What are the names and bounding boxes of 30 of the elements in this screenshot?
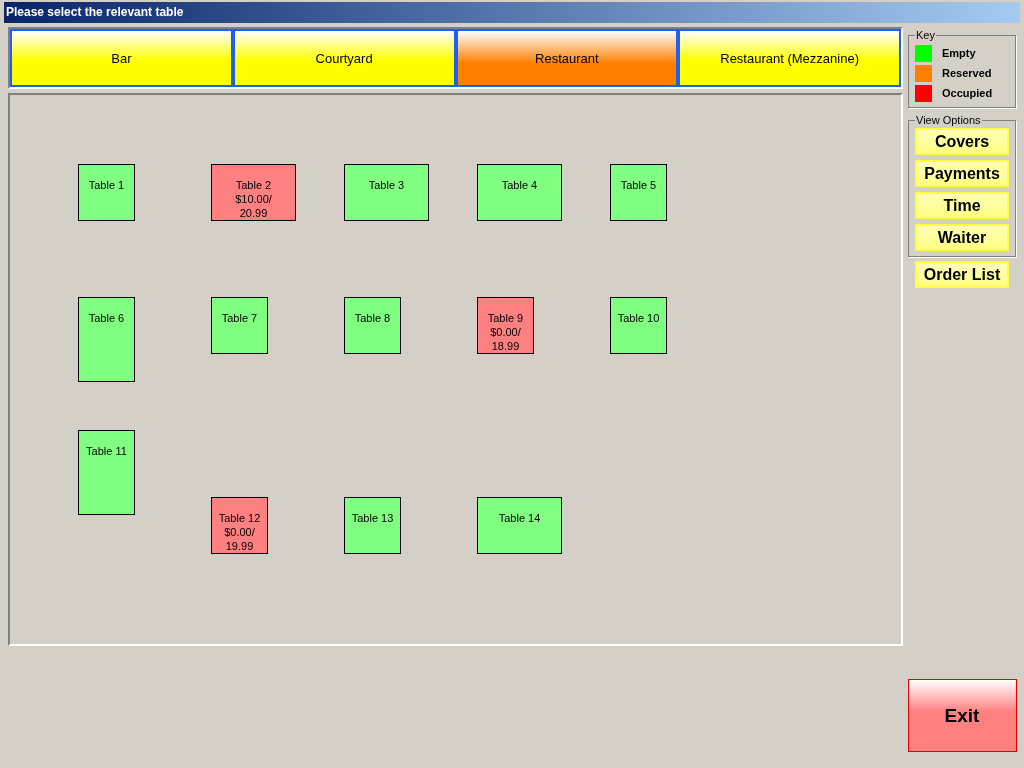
table-button[interactable]: Table 11 — [78, 430, 135, 515]
key-title: Key — [915, 29, 936, 41]
table-button[interactable]: Table 2 $10.00/ 20.99 — [211, 164, 296, 221]
view-options-title: View Options — [915, 114, 982, 126]
view-option-button[interactable]: Payments — [915, 160, 1009, 187]
table-button[interactable]: Table 7 — [211, 297, 268, 354]
view-option-button[interactable]: Covers — [915, 128, 1009, 155]
order-list-button[interactable]: Order List — [915, 261, 1009, 288]
table-button[interactable]: Table 14 — [477, 497, 562, 554]
view-option-button[interactable]: Time — [915, 192, 1009, 219]
area-tab[interactable]: Bar — [10, 29, 233, 87]
table-button[interactable]: Table 4 — [477, 164, 562, 221]
table-button[interactable]: Table 10 — [610, 297, 667, 354]
table-button[interactable]: Table 1 — [78, 164, 135, 221]
table-button[interactable]: Table 3 — [344, 164, 429, 221]
table-button[interactable]: Table 9 $0.00/ 18.99 — [477, 297, 534, 354]
view-option-button[interactable]: Waiter — [915, 224, 1009, 251]
key-label: Reserved — [942, 67, 992, 79]
area-tab[interactable]: Courtyard — [232, 29, 456, 87]
table-button[interactable]: Table 6 — [78, 297, 135, 382]
table-button[interactable]: Table 8 — [344, 297, 401, 354]
table-button[interactable]: Table 13 — [344, 497, 401, 554]
key-label: Occupied — [942, 87, 993, 99]
area-tab[interactable]: Restaurant — [455, 29, 679, 87]
window-title: Please select the relevant table — [4, 2, 1020, 23]
table-button[interactable]: Table 12 $0.00/ 19.99 — [211, 497, 268, 554]
exit-button[interactable]: Exit — [907, 679, 1017, 752]
table-button[interactable]: Table 5 — [610, 164, 667, 221]
area-tab[interactable]: Restaurant (Mezzanine) — [678, 29, 901, 87]
key-label: Empty — [942, 47, 976, 59]
